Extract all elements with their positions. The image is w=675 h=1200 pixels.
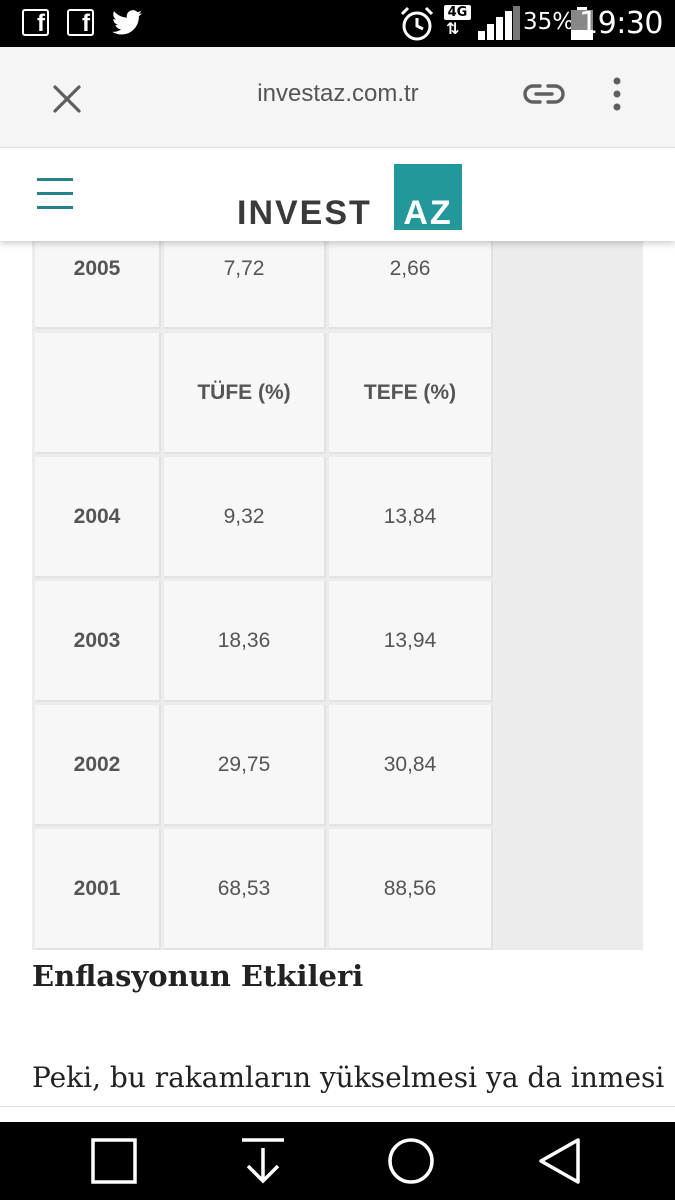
table-cell-tufe: 9,32 xyxy=(164,457,326,578)
logo-text-az: AZ xyxy=(403,194,453,232)
site-header: INVEST AZ xyxy=(0,149,675,241)
system-nav-bar xyxy=(0,1122,675,1200)
back-icon[interactable] xyxy=(536,1136,586,1186)
table-cell-year: 2002 xyxy=(35,705,161,826)
recents-icon[interactable] xyxy=(89,1136,139,1186)
table-cell-year: 2001 xyxy=(35,829,161,950)
table-cell-tefe: 88,56 xyxy=(329,829,493,950)
article-paragraph: Peki, bu rakamların yükselmesi ya da inm… xyxy=(32,1061,665,1094)
url-text[interactable]: investaz.com.tr xyxy=(190,80,486,108)
more-vert-icon[interactable] xyxy=(607,77,627,111)
table-header-tufe: TÜFE (%) xyxy=(164,333,326,454)
facebook-icon: f xyxy=(22,9,49,36)
link-icon[interactable] xyxy=(522,81,566,107)
download-icon[interactable] xyxy=(238,1136,288,1186)
table-cell-year: 2005 xyxy=(35,241,161,329)
inflation-table: 2005 7,72 2,66 TÜFE (%) TEFE (%) 2004 9,… xyxy=(32,241,643,950)
section-title: Enflasyonun Etkileri xyxy=(32,959,364,993)
table-cell-tufe: 68,53 xyxy=(164,829,326,950)
logo-text-invest: INVEST xyxy=(237,194,372,232)
table-header-tefe: TEFE (%) xyxy=(329,333,493,454)
facebook-icon: f xyxy=(67,9,94,36)
battery-percent: 35% xyxy=(523,9,575,35)
page-content: 2005 7,72 2,66 TÜFE (%) TEFE (%) 2004 9,… xyxy=(0,241,675,1122)
signal-icon xyxy=(478,6,520,40)
site-logo[interactable]: INVEST AZ xyxy=(237,164,463,232)
table-cell-tufe: 29,75 xyxy=(164,705,326,826)
network-type-badge: 4G xyxy=(444,5,471,20)
table-cell-tefe: 13,84 xyxy=(329,457,493,578)
table-cell-tefe: 13,94 xyxy=(329,581,493,702)
content-divider xyxy=(0,1106,675,1107)
close-icon[interactable] xyxy=(50,82,84,116)
table-cell-tufe: 7,72 xyxy=(164,241,326,329)
table-header-year xyxy=(35,333,161,454)
table-cell-year: 2003 xyxy=(35,581,161,702)
status-bar: f f 4G ⇅ 35% 19:30 xyxy=(0,0,675,47)
browser-toolbar: investaz.com.tr xyxy=(0,47,675,148)
hamburger-icon[interactable] xyxy=(37,178,73,210)
network-activity-icon: ⇅ xyxy=(446,19,460,38)
twitter-icon xyxy=(112,10,142,35)
status-time: 19:30 xyxy=(579,6,663,41)
table-cell-tefe: 2,66 xyxy=(329,241,493,329)
table-cell-tefe: 30,84 xyxy=(329,705,493,826)
table-cell-tufe: 18,36 xyxy=(164,581,326,702)
alarm-icon xyxy=(400,6,434,41)
home-icon[interactable] xyxy=(386,1136,436,1186)
table-cell-year: 2004 xyxy=(35,457,161,578)
